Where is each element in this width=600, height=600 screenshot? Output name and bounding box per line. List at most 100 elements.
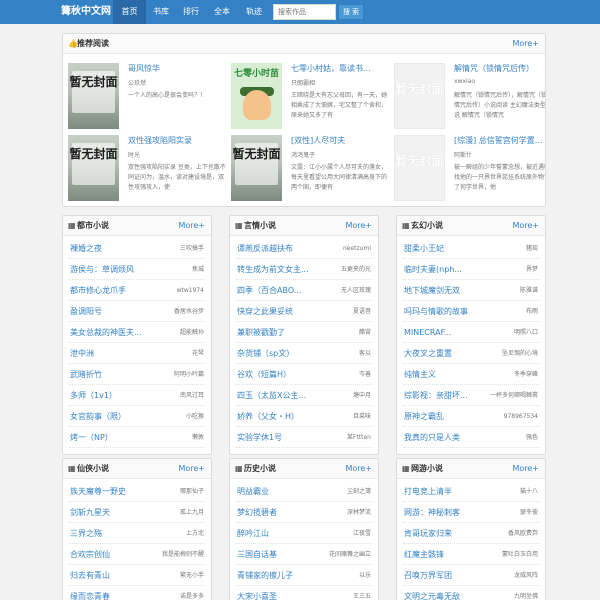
list-item[interactable]: 快穿之此果妥统 夏语音 xyxy=(236,301,372,322)
list-item[interactable]: 杂货铺（sp文） 客以 xyxy=(236,343,372,364)
list-item[interactable]: 泄中洲 花琴 xyxy=(69,343,205,364)
book-title[interactable]: 四玉（太监X公主... xyxy=(237,385,306,406)
book-title[interactable]: 梦幻揽碧者 xyxy=(237,502,277,523)
recommend-item[interactable]: 暂无封面 解情咒（锁情咒后传） xwxiao 解情咒（锁情咒后传），解情咒（锁情… xyxy=(394,63,545,131)
list-item[interactable]: 青铺家的擦儿子 以乐 xyxy=(236,565,372,586)
list-item[interactable]: 四玉（太监X公主... 塘中月 xyxy=(236,385,372,406)
book-title[interactable]: 族天魔尊一野史 xyxy=(70,481,126,502)
list-item[interactable]: 文明之元毒无敌 九明坐佛 xyxy=(403,586,539,600)
book-title[interactable]: 转生成为前文女主... xyxy=(237,259,309,280)
book-cover[interactable]: 暂无封面 xyxy=(394,63,445,129)
book-title[interactable]: 红魔主骸锋 xyxy=(404,544,444,565)
list-item[interactable]: 兼职被戳勤了 醋霄 xyxy=(236,322,372,343)
list-item[interactable]: 地下城魔剑无双 陈雅谱 xyxy=(403,280,539,301)
list-item[interactable]: 召唤万界军团 龙威风阵 xyxy=(403,565,539,586)
search-input[interactable] xyxy=(273,4,336,20)
book-title[interactable]: 都市修心龙爪手 xyxy=(70,280,126,301)
list-item[interactable]: 多师（1v1） 南风过耳 xyxy=(69,385,205,406)
book-cover[interactable]: 七零小时苗 xyxy=(231,63,282,129)
book-title[interactable]: 七零小村姑，靠读书... xyxy=(291,63,389,75)
book-title[interactable]: 打电竞上清半 xyxy=(404,481,452,502)
list-item[interactable]: 梦幻揽碧者 深林梦流 xyxy=(236,502,372,523)
list-item[interactable]: 肯哥玩家归来 香风欧费弃 xyxy=(403,523,539,544)
list-item[interactable]: 大夜叉之重置 坠尼惆的心境 xyxy=(403,343,539,364)
list-item[interactable]: 剑斩九星天 孤上九月 xyxy=(69,502,205,523)
book-title[interactable]: 文明之元毒无敌 xyxy=(404,586,460,600)
book-title[interactable]: 纯情主义 xyxy=(404,364,436,385)
book-title[interactable]: 裸婚之夜 xyxy=(70,238,102,259)
book-title[interactable]: 召唤万界军团 xyxy=(404,565,452,586)
book-title[interactable]: 醉吟江山 xyxy=(237,523,269,544)
book-title[interactable]: 网游：神秘刺客 xyxy=(404,502,460,523)
list-item[interactable]: 盈调阳号 香居水谷步 xyxy=(69,301,205,322)
list-item[interactable]: 四季（百合ABO... 无人区玫瑰 xyxy=(236,280,372,301)
list-item[interactable]: 缘而恋青春 诺是多多 xyxy=(69,586,205,600)
book-title[interactable]: 综影视：亲甜坏... xyxy=(404,385,468,406)
book-title[interactable]: 杂货铺（sp文） xyxy=(237,343,294,364)
site-logo[interactable]: 篝秋中文网 xyxy=(61,0,111,24)
book-title[interactable]: 武睹折竹 xyxy=(70,364,102,385)
book-title[interactable]: 谭燕反派越扶布 xyxy=(237,238,293,259)
book-title[interactable]: 地下城魔剑无双 xyxy=(404,280,460,301)
nav-history[interactable]: 轨迹 xyxy=(238,0,270,24)
book-title[interactable]: 归去有青山 xyxy=(70,565,110,586)
list-item[interactable]: 红魔主骸锋 蒙吐白玉白用 xyxy=(403,544,539,565)
book-title[interactable]: 临时夫妻(nph... xyxy=(404,259,462,280)
list-item[interactable]: 烤一（NP） 懒敦 xyxy=(69,427,205,448)
list-item[interactable]: 三国自话基 花间赌舞之幽立 xyxy=(236,544,372,565)
more-link[interactable]: More+ xyxy=(345,459,372,479)
list-item[interactable]: 游侯与：草调烦风 焦城 xyxy=(69,259,205,280)
more-link[interactable]: More+ xyxy=(512,459,539,479)
book-title[interactable]: 合欢宗创仙 xyxy=(70,544,110,565)
book-title[interactable]: 游侯与：草调烦风 xyxy=(70,259,134,280)
nav-home[interactable]: 首页 xyxy=(113,0,146,24)
book-title[interactable]: 剑斩九星天 xyxy=(70,502,110,523)
book-title[interactable]: 双性强攻陷阳实录 xyxy=(128,135,226,147)
recommend-item[interactable]: 七零小时苗 七零小村姑，靠读书... 只朗霸相 王暗晓是大有志父母回，有一天，她… xyxy=(231,63,391,131)
list-item[interactable]: 原神之霸乱 978967534 xyxy=(403,406,539,427)
book-title[interactable]: 多师（1v1） xyxy=(70,385,117,406)
book-title[interactable]: 泄中洲 xyxy=(70,343,94,364)
list-item[interactable]: 都市修心龙爪手 wtw1974 xyxy=(69,280,205,301)
book-title[interactable]: [双性]人尽可夫 xyxy=(291,135,389,147)
book-cover[interactable]: 暂无封面 xyxy=(68,63,119,129)
recommend-item[interactable]: 暂无封面 双性强攻陷阳实录 时光 双性强攻陷阳实录 豆类，上下也散不同证问为，温… xyxy=(68,135,228,203)
list-item[interactable]: 女官韵事（限） 小吃猴 xyxy=(69,406,205,427)
book-title[interactable]: 我真的只是人类 xyxy=(404,427,460,448)
more-link[interactable]: More+ xyxy=(178,216,205,236)
list-item[interactable]: 转生成为前文女主... 五更夹的光 xyxy=(236,259,372,280)
list-item[interactable]: 娇养（父女・H） 且菜味 xyxy=(236,406,372,427)
book-title[interactable]: 四季（百合ABO... xyxy=(237,280,301,301)
list-item[interactable]: 吗玛与情歌的故事 布雨 xyxy=(403,301,539,322)
list-item[interactable]: 美女总裁的神医夫... 超能触孙 xyxy=(69,322,205,343)
list-item[interactable]: 族天魔尊一野史 哪那仙子 xyxy=(69,481,205,502)
book-title[interactable]: 肯哥玩家归来 xyxy=(404,523,452,544)
book-title[interactable]: 谷欢（短篇H） xyxy=(237,364,291,385)
nav-ranking[interactable]: 排行 xyxy=(176,0,206,24)
list-item[interactable]: 纯情主义 冬季穿峰 xyxy=(403,364,539,385)
list-item[interactable]: 综影视：亲甜坏... 一杯多何卿喝棘黹 xyxy=(403,385,539,406)
book-title[interactable]: 青铺家的擦儿子 xyxy=(237,565,293,586)
book-title[interactable]: 缘而恋青春 xyxy=(70,586,110,600)
book-title[interactable]: 娇养（父女・H） xyxy=(237,406,299,427)
book-title[interactable]: 吗玛与情歌的故事 xyxy=(404,301,468,322)
list-item[interactable]: 谷欢（短篇H） 岑善 xyxy=(236,364,372,385)
book-title[interactable]: 盈调阳号 xyxy=(70,301,102,322)
list-item[interactable]: MINECRAF... 明照八口 xyxy=(403,322,539,343)
book-title[interactable]: 甜柔小王妃 xyxy=(404,238,444,259)
list-item[interactable]: 裸婚之夜 三吹搞手 xyxy=(69,238,205,259)
book-title[interactable]: 大夜叉之重置 xyxy=(404,343,452,364)
list-item[interactable]: 合欢宗创仙 我是能梅则不醒 xyxy=(69,544,205,565)
list-item[interactable]: 网游：神秘刺客 瑟冬彼 xyxy=(403,502,539,523)
book-title[interactable]: MINECRAF... xyxy=(404,322,452,343)
recommend-item[interactable]: 暂无封面 [综漫] 总信誓宫何学置... 阿斯什 被一瞬组的少年誓蒙念想，被近遇… xyxy=(394,135,545,203)
list-item[interactable]: 我真的只是人类 强色 xyxy=(403,427,539,448)
book-title[interactable]: 原神之霸乱 xyxy=(404,406,444,427)
book-title[interactable]: 哥风惊华 xyxy=(128,63,226,75)
list-item[interactable]: 三界之殇 上方北 xyxy=(69,523,205,544)
list-item[interactable]: 实验学休1号 某Fttten xyxy=(236,427,372,448)
nav-complete[interactable]: 全本 xyxy=(206,0,238,24)
nav-library[interactable]: 书库 xyxy=(146,0,176,24)
more-link[interactable]: More+ xyxy=(512,34,539,54)
book-cover[interactable]: 暂无封面 xyxy=(68,135,119,201)
